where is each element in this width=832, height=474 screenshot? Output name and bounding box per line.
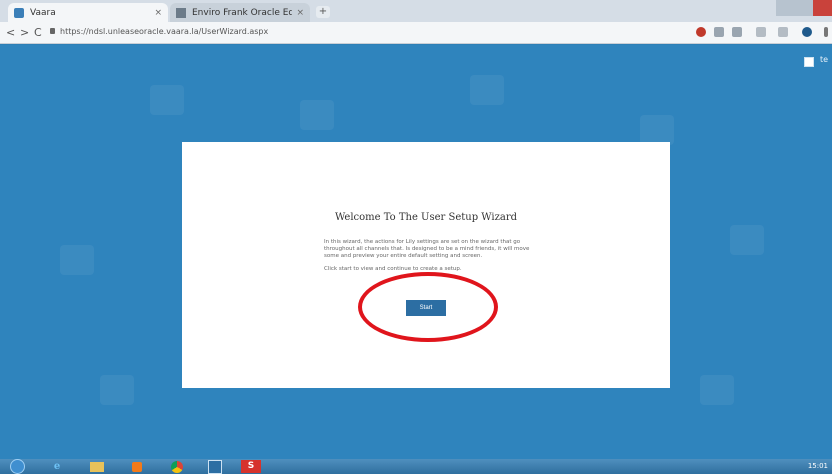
wizard-title: Welcome To The User Setup Wizard (334, 212, 518, 223)
setup-wizard-card: Welcome To The User Setup Wizard In this… (182, 142, 670, 388)
background-pattern-icon (640, 115, 674, 145)
background-pattern-icon (300, 100, 334, 130)
media-player-icon[interactable] (126, 459, 148, 474)
background-pattern-icon (150, 85, 184, 115)
tab-education[interactable]: Enviro Frank Oracle Education × (170, 3, 310, 22)
close-icon[interactable]: × (296, 8, 304, 18)
taskbar: e S 15:01 (0, 459, 832, 474)
maximize-button[interactable] (794, 0, 814, 16)
notification-icon[interactable] (804, 57, 814, 67)
back-button[interactable]: < (6, 26, 15, 39)
profile-icon[interactable] (802, 27, 812, 37)
minimize-button[interactable] (776, 0, 795, 16)
oracle-favicon-icon (176, 7, 186, 18)
extension-icon[interactable] (696, 27, 706, 37)
new-tab-button[interactable]: + (316, 6, 330, 18)
file-explorer-icon[interactable] (86, 459, 108, 474)
extensions-menu-icon[interactable] (778, 27, 788, 37)
wizard-paragraph: In this wizard, the actions for Lily set… (324, 239, 530, 259)
background-pattern-icon (700, 375, 734, 405)
background-pattern-icon (60, 245, 94, 275)
close-icon[interactable]: × (154, 8, 162, 18)
tab-label: Enviro Frank Oracle Education (192, 7, 292, 18)
app-favicon-icon (14, 7, 24, 18)
tab-strip: Vaara × Enviro Frank Oracle Education × … (0, 0, 832, 22)
internet-explorer-icon[interactable]: e (46, 459, 68, 474)
close-window-button[interactable] (813, 0, 832, 16)
background-pattern-icon (470, 75, 504, 105)
annotation-circle (358, 272, 498, 342)
page-background: te Welcome To The User Setup Wizard In t… (0, 45, 832, 459)
extension-icon[interactable] (732, 27, 742, 37)
extension-icon[interactable] (714, 27, 724, 37)
corner-label: te (819, 55, 828, 64)
tab-vaara[interactable]: Vaara × (8, 3, 168, 22)
background-pattern-icon (730, 225, 764, 255)
background-pattern-icon (100, 375, 134, 405)
tab-label: Vaara (30, 7, 56, 18)
app-s-icon[interactable]: S (238, 459, 264, 474)
chrome-icon[interactable] (166, 459, 188, 474)
address-bar-row: < > C https://ndsl.unleaseoracle.vaara.l… (0, 22, 832, 44)
star-icon[interactable] (756, 27, 766, 37)
start-menu-icon[interactable] (6, 459, 28, 474)
app-icon[interactable] (204, 459, 226, 474)
system-tray-clock[interactable]: 15:01 (808, 459, 828, 474)
reload-button[interactable]: C (34, 26, 42, 39)
window-controls (776, 0, 832, 16)
lock-icon (50, 28, 55, 34)
forward-button[interactable]: > (20, 26, 29, 39)
more-menu-icon[interactable] (824, 27, 828, 37)
url-field[interactable]: https://ndsl.unleaseoracle.vaara.la/User… (60, 27, 268, 36)
